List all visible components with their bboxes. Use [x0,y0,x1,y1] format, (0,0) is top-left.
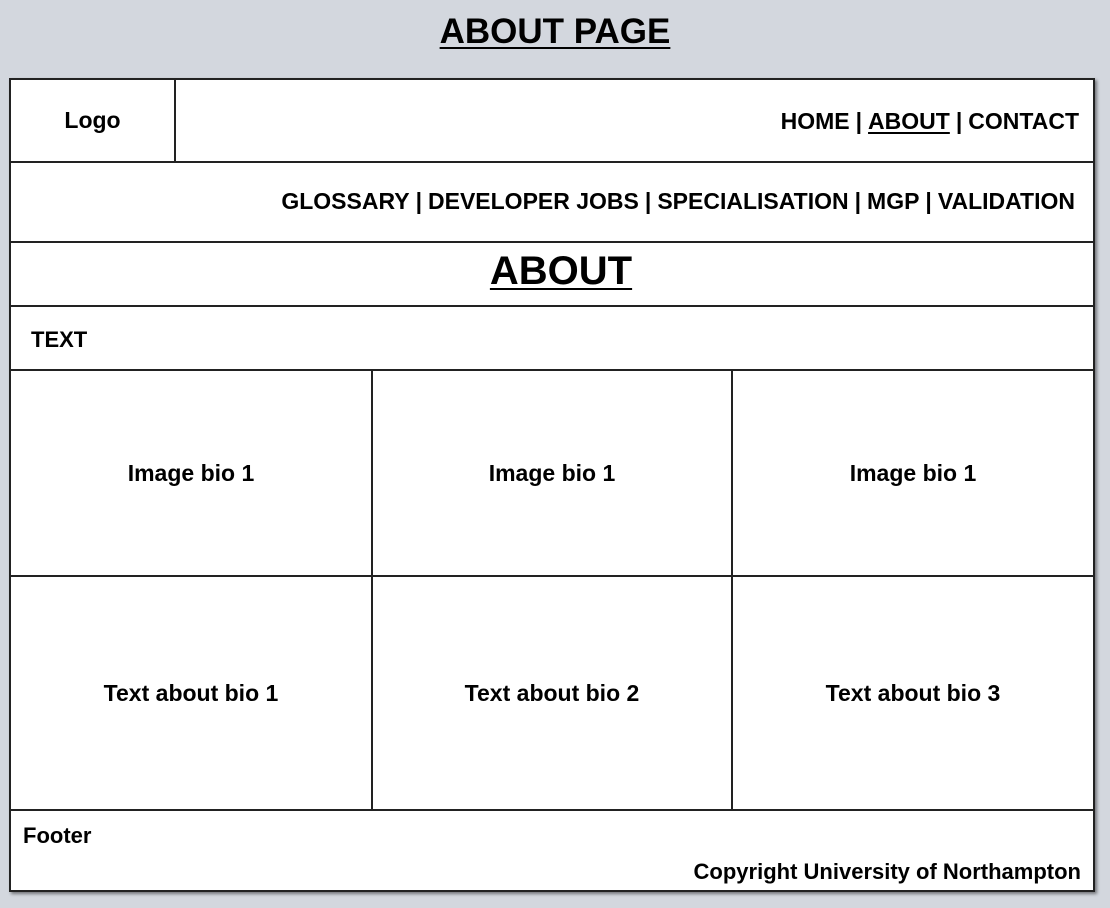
header: Logo HOME | ABOUT | CONTACT [11,80,1093,163]
nav-link-home[interactable]: HOME [781,108,850,134]
footer-label: Footer [23,823,92,848]
text-block-row: TEXT [11,307,1093,371]
nav-link-developer-jobs[interactable]: DEVELOPER JOBS [428,188,639,214]
secondary-nav: GLOSSARY | DEVELOPER JOBS | SPECIALISATION | M… [281,188,1075,215]
bio-text-2: Text about bio 2 [371,577,731,809]
nav-separator: | [415,188,422,214]
footer: Footer Copyright University of Northampt… [11,811,1093,890]
nav-separator: | [854,188,862,214]
secondary-nav-bar: GLOSSARY | DEVELOPER JOBS | SPECIALISATION | M… [11,163,1093,243]
bio-text-1: Text about bio 1 [103,679,279,706]
bio-grid: Image bio 1 Image bio 1 Image bio 1 Text… [11,371,1093,811]
nav-separator: | [955,108,963,134]
nav-link-mgp[interactable]: MGP [867,188,919,214]
wireframe-frame: Logo HOME | ABOUT | CONTACT GLOSSARY | DEVELOP… [9,78,1095,892]
section-heading: ABOUT [489,249,633,293]
nav-separator: | [855,108,863,134]
text-block: TEXT [31,327,88,352]
footer-copyright: Copyright University of Northampton [693,859,1081,884]
nav-separator: | [644,188,652,214]
nav-link-specialisation[interactable]: SPECIALISATION [657,188,848,214]
nav-link-contact[interactable]: CONTACT [968,108,1079,134]
nav-link-glossary[interactable]: GLOSSARY [281,188,409,214]
nav-separator: | [925,188,932,214]
bio-image-3: Image bio 1 [731,371,1093,577]
bio-image-1: Image bio 1 [11,371,371,577]
bio-text-3: Text about bio 3 [731,577,1093,809]
nav-link-validation[interactable]: VALIDATION [938,188,1075,214]
primary-nav: HOME | ABOUT | CONTACT [781,108,1079,135]
section-heading-row: ABOUT [11,243,1093,307]
bio-image-2: Image bio 1 [371,371,731,577]
nav-link-about[interactable]: ABOUT [868,108,950,134]
logo-placeholder[interactable]: Logo [11,80,176,161]
page-title: ABOUT PAGE [439,12,671,51]
